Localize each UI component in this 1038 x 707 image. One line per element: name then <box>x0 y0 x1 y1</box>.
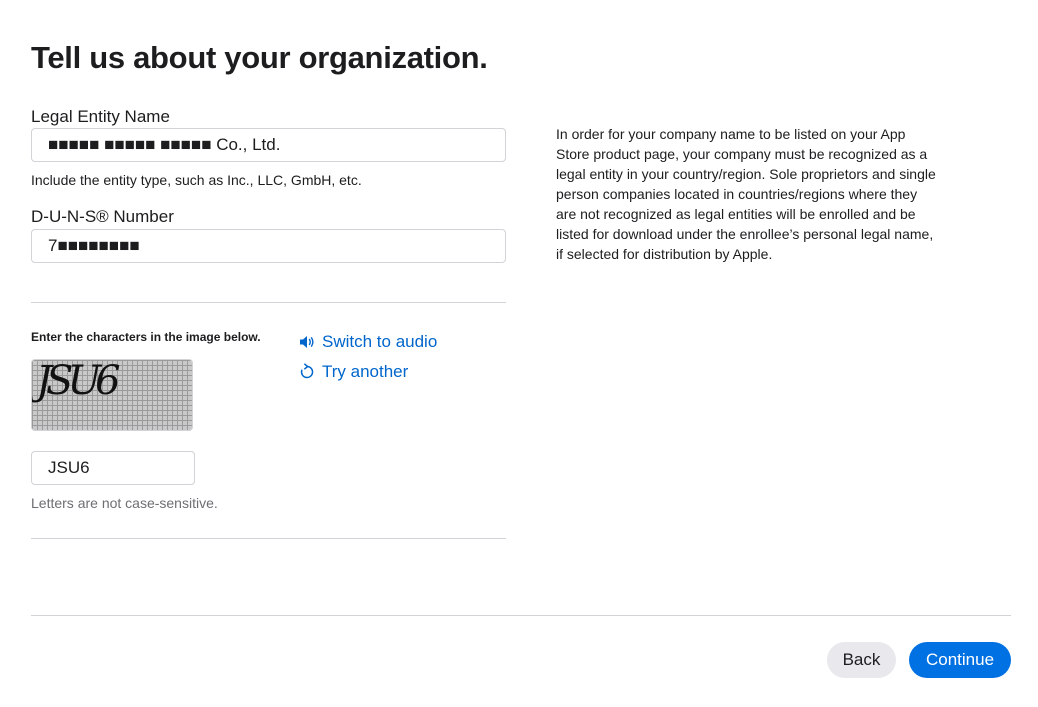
back-button[interactable]: Back <box>827 642 896 678</box>
try-another-label: Try another <box>322 362 409 381</box>
captcha-image-text: JSU6 <box>36 359 121 404</box>
continue-button[interactable]: Continue <box>909 642 1011 678</box>
captcha-image: JSU6 <box>31 359 193 431</box>
captcha-instruction: Enter the characters in the image below. <box>31 330 261 344</box>
switch-to-audio-link[interactable]: Switch to audio <box>298 332 437 352</box>
legal-entity-hint: Include the entity type, such as Inc., L… <box>31 172 362 188</box>
captcha-input[interactable] <box>31 451 195 485</box>
footer-divider <box>31 615 1011 616</box>
duns-input[interactable] <box>31 229 506 263</box>
page-title: Tell us about your organization. <box>31 40 488 75</box>
refresh-icon <box>298 363 316 381</box>
try-another-link[interactable]: Try another <box>298 362 408 382</box>
duns-label: D-U-N-S® Number <box>31 207 174 226</box>
captcha-hint: Letters are not case-sensitive. <box>31 495 218 511</box>
section-divider-bottom <box>31 538 506 539</box>
legal-entity-info-text: In order for your company name to be lis… <box>556 126 936 262</box>
section-divider-top <box>31 302 506 303</box>
legal-entity-label: Legal Entity Name <box>31 107 170 126</box>
switch-to-audio-label: Switch to audio <box>322 332 438 351</box>
legal-entity-input[interactable] <box>31 128 506 162</box>
speaker-icon <box>298 333 316 351</box>
